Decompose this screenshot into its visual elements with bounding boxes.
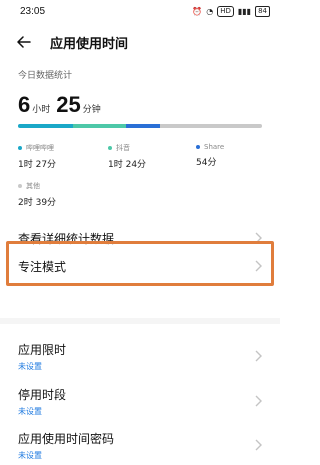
list-item-label: 应用使用时间密码 xyxy=(18,431,115,446)
app-usage-douyin[interactable]: 抖音 1时 24分 xyxy=(108,143,146,170)
status-icons: ⏰ ◔ HD ▮▮▮ 84 xyxy=(192,5,270,17)
hours-unit: 小时 xyxy=(32,105,51,115)
total-usage: 6 小时 25 分钟 xyxy=(18,92,107,118)
app-usage-share[interactable]: Share 54分 xyxy=(196,143,224,168)
chevron-right-icon xyxy=(255,439,262,451)
signal-icon: ▮▮▮ xyxy=(237,6,252,16)
wifi-icon: ◔ xyxy=(206,6,214,16)
app-time: 54分 xyxy=(196,158,217,168)
app-name: Share xyxy=(204,143,225,151)
app-time: 1时 27分 xyxy=(18,160,57,170)
usage-bar-segment xyxy=(18,124,74,128)
app-name: 其他 xyxy=(26,182,40,190)
downtime[interactable]: 停用时段 未设置 xyxy=(0,383,280,419)
chevron-right-icon xyxy=(255,350,262,362)
highlight-box xyxy=(6,241,274,286)
usage-bar-segment xyxy=(160,124,262,128)
app-usage-bilibili[interactable]: 哔哩哔哩 1时 27分 xyxy=(18,143,56,170)
legend-dot xyxy=(18,146,22,150)
battery-icon: 84 xyxy=(255,5,270,17)
back-arrow-icon[interactable] xyxy=(10,28,38,56)
legend-dot xyxy=(18,184,22,188)
status-bar: 23:05 ⏰ ◔ HD ▮▮▮ 84 xyxy=(0,0,280,22)
list-item-label: 应用限时 xyxy=(18,342,67,357)
page-title: 应用使用时间 xyxy=(50,36,129,52)
section-label: 今日数据统计 xyxy=(18,71,73,81)
app-time: 2时 39分 xyxy=(18,198,57,208)
app-usage-other[interactable]: 其他 2时 39分 xyxy=(18,181,56,208)
total-minutes: 25 xyxy=(56,92,81,117)
total-hours: 6 xyxy=(18,92,31,117)
app-time-limit[interactable]: 应用限时 未设置 xyxy=(0,338,280,374)
list-item-status: 未设置 xyxy=(18,406,42,416)
chevron-right-icon xyxy=(255,395,262,407)
minutes-unit: 分钟 xyxy=(82,105,101,115)
app-name: 哔哩哔哩 xyxy=(26,144,54,152)
header: 应用使用时间 xyxy=(0,28,280,56)
section-divider xyxy=(0,318,280,324)
legend-dot xyxy=(196,145,200,149)
usage-time-password[interactable]: 应用使用时间密码 未设置 xyxy=(0,427,280,463)
list-item-status: 未设置 xyxy=(18,450,42,460)
app-time: 1时 24分 xyxy=(108,160,147,170)
legend-dot xyxy=(108,146,112,150)
list-item-status: 未设置 xyxy=(18,361,42,371)
alarm-icon: ⏰ xyxy=(192,6,203,16)
usage-bar-segment xyxy=(73,124,127,128)
usage-bar-segment xyxy=(126,124,161,128)
status-time: 23:05 xyxy=(20,5,46,17)
list-item-label: 停用时段 xyxy=(18,387,67,402)
network-badge: HD xyxy=(217,5,234,17)
app-name: 抖音 xyxy=(116,144,130,152)
usage-bar xyxy=(18,124,262,128)
